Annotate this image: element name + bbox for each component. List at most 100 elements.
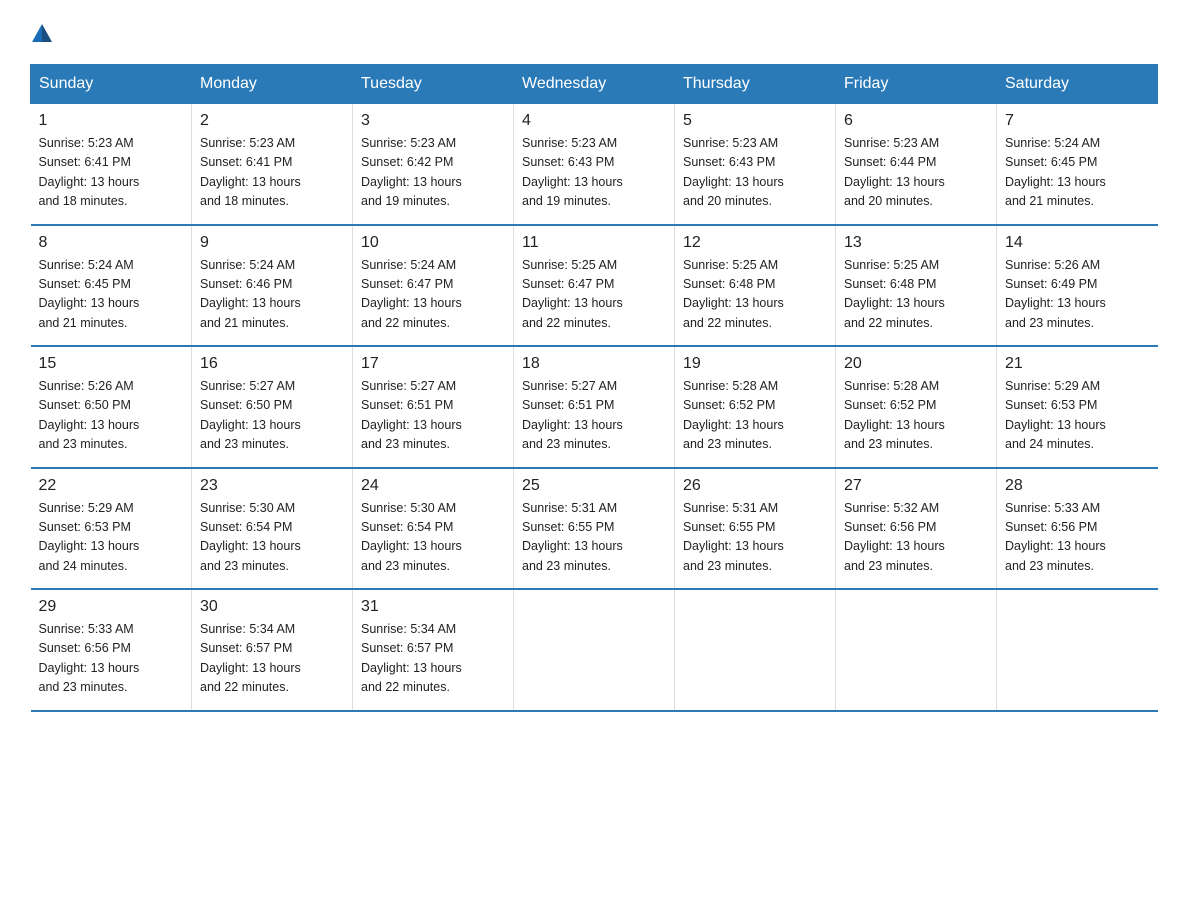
day-sunrise-info: Sunrise: 5:23 AMSunset: 6:44 PMDaylight:… bbox=[844, 136, 945, 208]
day-sunrise-info: Sunrise: 5:33 AMSunset: 6:56 PMDaylight:… bbox=[1005, 501, 1106, 573]
calendar-day-9: 9 Sunrise: 5:24 AMSunset: 6:46 PMDaylight… bbox=[192, 225, 353, 347]
calendar-day-22: 22 Sunrise: 5:29 AMSunset: 6:53 PMDayligh… bbox=[31, 468, 192, 590]
calendar-day-6: 6 Sunrise: 5:23 AMSunset: 6:44 PMDaylight… bbox=[836, 104, 997, 225]
day-sunrise-info: Sunrise: 5:28 AMSunset: 6:52 PMDaylight:… bbox=[844, 379, 945, 451]
day-sunrise-info: Sunrise: 5:23 AMSunset: 6:41 PMDaylight:… bbox=[200, 136, 301, 208]
calendar-day-26: 26 Sunrise: 5:31 AMSunset: 6:55 PMDayligh… bbox=[675, 468, 836, 590]
calendar-day-28: 28 Sunrise: 5:33 AMSunset: 6:56 PMDayligh… bbox=[997, 468, 1158, 590]
day-number: 21 bbox=[1005, 355, 1150, 373]
calendar-day-21: 21Sunrise: 5:29 AMSunset: 6:53 PMDayligh… bbox=[997, 346, 1158, 468]
calendar-week-1: 1 Sunrise: 5:23 AMSunset: 6:41 PMDaylight… bbox=[31, 104, 1158, 225]
calendar-table: Sunday Monday Tuesday Wednesday Thursday… bbox=[30, 64, 1158, 712]
day-sunrise-info: Sunrise: 5:27 AMSunset: 6:51 PMDaylight:… bbox=[522, 379, 623, 451]
page-header bbox=[30, 20, 1158, 46]
calendar-day-19: 19 Sunrise: 5:28 AMSunset: 6:52 PMDayligh… bbox=[675, 346, 836, 468]
day-number: 28 bbox=[1005, 477, 1150, 495]
day-number: 7 bbox=[1005, 112, 1150, 130]
day-number: 11 bbox=[522, 234, 666, 252]
calendar-day-10: 10 Sunrise: 5:24 AMSunset: 6:47 PMDayligh… bbox=[353, 225, 514, 347]
day-sunrise-info: Sunrise: 5:32 AMSunset: 6:56 PMDaylight:… bbox=[844, 501, 945, 573]
calendar-day-20: 20 Sunrise: 5:28 AMSunset: 6:52 PMDayligh… bbox=[836, 346, 997, 468]
day-number: 31 bbox=[361, 598, 505, 616]
day-sunrise-info: Sunrise: 5:30 AMSunset: 6:54 PMDaylight:… bbox=[361, 501, 462, 573]
calendar-day-27: 27 Sunrise: 5:32 AMSunset: 6:56 PMDayligh… bbox=[836, 468, 997, 590]
calendar-week-2: 8 Sunrise: 5:24 AMSunset: 6:45 PMDaylight… bbox=[31, 225, 1158, 347]
logo-triangle-icon bbox=[32, 24, 52, 42]
day-number: 6 bbox=[844, 112, 988, 130]
day-sunrise-info: Sunrise: 5:24 AMSunset: 6:45 PMDaylight:… bbox=[39, 258, 140, 330]
day-sunrise-info: Sunrise: 5:24 AMSunset: 6:45 PMDaylight:… bbox=[1005, 136, 1106, 208]
day-number: 22 bbox=[39, 477, 184, 495]
calendar-day-18: 18 Sunrise: 5:27 AMSunset: 6:51 PMDayligh… bbox=[514, 346, 675, 468]
day-sunrise-info: Sunrise: 5:24 AMSunset: 6:47 PMDaylight:… bbox=[361, 258, 462, 330]
calendar-day-31: 31Sunrise: 5:34 AMSunset: 6:57 PMDayligh… bbox=[353, 589, 514, 711]
calendar-day-30: 30 Sunrise: 5:34 AMSunset: 6:57 PMDayligh… bbox=[192, 589, 353, 711]
calendar-day-3: 3 Sunrise: 5:23 AMSunset: 6:42 PMDaylight… bbox=[353, 104, 514, 225]
calendar-week-3: 15Sunrise: 5:26 AMSunset: 6:50 PMDayligh… bbox=[31, 346, 1158, 468]
calendar-empty-cell bbox=[514, 589, 675, 711]
day-number: 14 bbox=[1005, 234, 1150, 252]
header-tuesday: Tuesday bbox=[353, 65, 514, 104]
day-number: 20 bbox=[844, 355, 988, 373]
day-sunrise-info: Sunrise: 5:23 AMSunset: 6:43 PMDaylight:… bbox=[522, 136, 623, 208]
day-number: 15 bbox=[39, 355, 184, 373]
header-wednesday: Wednesday bbox=[514, 65, 675, 104]
day-sunrise-info: Sunrise: 5:23 AMSunset: 6:43 PMDaylight:… bbox=[683, 136, 784, 208]
day-number: 26 bbox=[683, 477, 827, 495]
day-sunrise-info: Sunrise: 5:34 AMSunset: 6:57 PMDaylight:… bbox=[200, 622, 301, 694]
header-saturday: Saturday bbox=[997, 65, 1158, 104]
day-sunrise-info: Sunrise: 5:31 AMSunset: 6:55 PMDaylight:… bbox=[683, 501, 784, 573]
day-number: 19 bbox=[683, 355, 827, 373]
day-sunrise-info: Sunrise: 5:25 AMSunset: 6:48 PMDaylight:… bbox=[844, 258, 945, 330]
day-number: 18 bbox=[522, 355, 666, 373]
calendar-day-8: 8 Sunrise: 5:24 AMSunset: 6:45 PMDaylight… bbox=[31, 225, 192, 347]
day-number: 3 bbox=[361, 112, 505, 130]
calendar-day-13: 13Sunrise: 5:25 AMSunset: 6:48 PMDayligh… bbox=[836, 225, 997, 347]
calendar-day-11: 11 Sunrise: 5:25 AMSunset: 6:47 PMDayligh… bbox=[514, 225, 675, 347]
calendar-empty-cell bbox=[675, 589, 836, 711]
day-number: 30 bbox=[200, 598, 344, 616]
calendar-day-4: 4 Sunrise: 5:23 AMSunset: 6:43 PMDaylight… bbox=[514, 104, 675, 225]
header-sunday: Sunday bbox=[31, 65, 192, 104]
day-number: 16 bbox=[200, 355, 344, 373]
day-number: 12 bbox=[683, 234, 827, 252]
day-sunrise-info: Sunrise: 5:33 AMSunset: 6:56 PMDaylight:… bbox=[39, 622, 140, 694]
calendar-day-12: 12Sunrise: 5:25 AMSunset: 6:48 PMDayligh… bbox=[675, 225, 836, 347]
day-sunrise-info: Sunrise: 5:30 AMSunset: 6:54 PMDaylight:… bbox=[200, 501, 301, 573]
day-sunrise-info: Sunrise: 5:24 AMSunset: 6:46 PMDaylight:… bbox=[200, 258, 301, 330]
day-number: 1 bbox=[39, 112, 184, 130]
calendar-day-23: 23 Sunrise: 5:30 AMSunset: 6:54 PMDayligh… bbox=[192, 468, 353, 590]
day-sunrise-info: Sunrise: 5:27 AMSunset: 6:51 PMDaylight:… bbox=[361, 379, 462, 451]
day-sunrise-info: Sunrise: 5:28 AMSunset: 6:52 PMDaylight:… bbox=[683, 379, 784, 451]
calendar-day-14: 14 Sunrise: 5:26 AMSunset: 6:49 PMDayligh… bbox=[997, 225, 1158, 347]
day-number: 24 bbox=[361, 477, 505, 495]
calendar-day-29: 29 Sunrise: 5:33 AMSunset: 6:56 PMDayligh… bbox=[31, 589, 192, 711]
calendar-day-15: 15Sunrise: 5:26 AMSunset: 6:50 PMDayligh… bbox=[31, 346, 192, 468]
header-friday: Friday bbox=[836, 65, 997, 104]
day-number: 9 bbox=[200, 234, 344, 252]
day-number: 25 bbox=[522, 477, 666, 495]
day-sunrise-info: Sunrise: 5:26 AMSunset: 6:49 PMDaylight:… bbox=[1005, 258, 1106, 330]
day-number: 4 bbox=[522, 112, 666, 130]
day-number: 10 bbox=[361, 234, 505, 252]
day-sunrise-info: Sunrise: 5:29 AMSunset: 6:53 PMDaylight:… bbox=[39, 501, 140, 573]
day-number: 27 bbox=[844, 477, 988, 495]
calendar-empty-cell bbox=[997, 589, 1158, 711]
day-number: 23 bbox=[200, 477, 344, 495]
calendar-empty-cell bbox=[836, 589, 997, 711]
calendar-week-5: 29 Sunrise: 5:33 AMSunset: 6:56 PMDayligh… bbox=[31, 589, 1158, 711]
calendar-header-row: Sunday Monday Tuesday Wednesday Thursday… bbox=[31, 65, 1158, 104]
day-sunrise-info: Sunrise: 5:31 AMSunset: 6:55 PMDaylight:… bbox=[522, 501, 623, 573]
day-sunrise-info: Sunrise: 5:23 AMSunset: 6:42 PMDaylight:… bbox=[361, 136, 462, 208]
calendar-day-1: 1Sunrise: 5:23 AMSunset: 6:41 PMDaylight… bbox=[31, 104, 192, 225]
calendar-day-24: 24 Sunrise: 5:30 AMSunset: 6:54 PMDayligh… bbox=[353, 468, 514, 590]
day-number: 8 bbox=[39, 234, 184, 252]
day-sunrise-info: Sunrise: 5:25 AMSunset: 6:47 PMDaylight:… bbox=[522, 258, 623, 330]
header-monday: Monday bbox=[192, 65, 353, 104]
logo bbox=[30, 20, 52, 46]
calendar-week-4: 22 Sunrise: 5:29 AMSunset: 6:53 PMDayligh… bbox=[31, 468, 1158, 590]
day-number: 29 bbox=[39, 598, 184, 616]
calendar-day-5: 5Sunrise: 5:23 AMSunset: 6:43 PMDaylight… bbox=[675, 104, 836, 225]
header-thursday: Thursday bbox=[675, 65, 836, 104]
calendar-day-25: 25 Sunrise: 5:31 AMSunset: 6:55 PMDayligh… bbox=[514, 468, 675, 590]
